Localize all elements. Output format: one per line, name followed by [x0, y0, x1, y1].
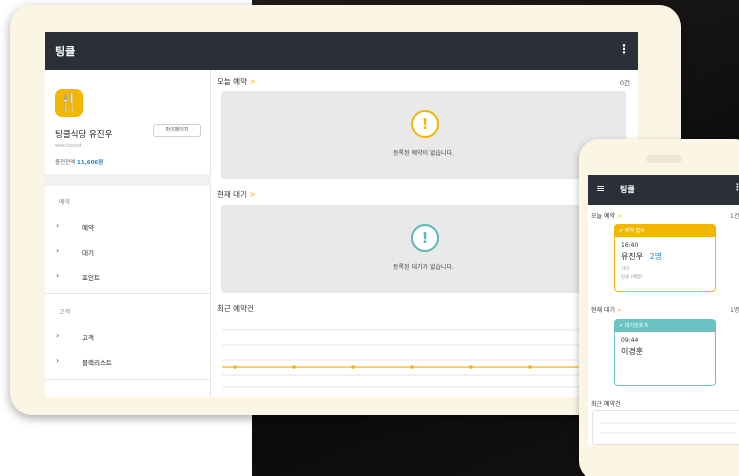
sidebar-section-reservation: 예약 — [59, 199, 71, 206]
sidebar-item-customers[interactable]: › 고객 — [45, 327, 210, 347]
chevron-right-icon: › — [56, 331, 60, 340]
device-mockup-scene: 팅클 ⋮ 🍴 팅클식당 유진우 wecissoid 충전잔액 11,606원 마… — [0, 0, 739, 476]
check-circle-icon: ✔ — [619, 323, 624, 329]
tablet-app-title: 팅클 — [55, 45, 76, 58]
phone-recent-title: 최근 예약건 — [591, 401, 621, 408]
store-id: wecissoid — [55, 143, 82, 149]
section-title-text: 오늘 예약 — [217, 77, 247, 86]
recent-reservations-title: 최근 예약건 — [217, 304, 254, 313]
phone-device: ≡ 팅클 ⋮ 오늘 예약 > 1건 ✔ 예약 접수 16:40 유진우 2명 기 — [579, 139, 739, 476]
chevron-right-icon: > — [616, 213, 622, 220]
phone-speaker — [646, 155, 682, 163]
chevron-right-icon: > — [616, 307, 622, 314]
chevron-right-icon: > — [249, 190, 256, 199]
reservation-note-value: 팅클 (예정) — [621, 275, 643, 280]
tablet-main-content: 오늘 예약 > 0건 ! 등록된 예약이 없습니다. 현재 대기 > ! 등록된… — [211, 70, 638, 397]
today-reservations-title[interactable]: 오늘 예약 > — [217, 76, 256, 87]
data-point — [351, 365, 355, 369]
current-waiting-title[interactable]: 현재 대기 > — [217, 189, 256, 200]
section-title-text: 오늘 예약 — [591, 213, 615, 220]
phone-current-waiting-title[interactable]: 현재 대기 > — [591, 305, 622, 314]
data-point — [528, 365, 532, 369]
reservation-status: 예약 접수 — [624, 228, 645, 234]
warning-icon: ! — [411, 110, 439, 138]
phone-today-reservations-title[interactable]: 오늘 예약 > — [591, 211, 622, 220]
waiting-card-header: ✔ 대기번호 6 — [615, 320, 715, 332]
utensils-icon: 🍴 — [55, 89, 83, 117]
waiting-empty-box: ! 등록된 대기가 없습니다. — [221, 205, 626, 293]
sidebar-item-label: 대기 — [82, 249, 94, 257]
phone-chart-svg — [601, 422, 737, 434]
reservations-count: 0건 — [619, 79, 630, 87]
sidebar-item-label: 포인트 — [82, 274, 100, 282]
profile-divider — [45, 174, 211, 186]
balance-line: 충전잔액 11,606원 — [55, 158, 103, 166]
phone-reservations-count: 1건 — [730, 213, 739, 220]
reservations-empty-box: ! 등록된 예약이 없습니다. — [221, 91, 626, 179]
store-name: 팅클식당 유진우 — [55, 130, 113, 140]
sidebar-item-reservation[interactable]: › 예약 — [45, 217, 210, 237]
phone-recent-chart-box — [592, 410, 739, 445]
section-title-text: 현재 대기 — [217, 190, 247, 199]
sidebar-item-blacklist[interactable]: › 블랙리스트 — [45, 352, 210, 372]
reservation-card[interactable]: ✔ 예약 접수 16:40 유진우 2명 기타 팅클 (예정) — [614, 224, 716, 292]
reservation-people: 2명 — [649, 252, 663, 261]
reservation-card-header: ✔ 예약 접수 — [615, 225, 715, 237]
phone-app-title: 팅클 — [620, 185, 635, 194]
waiting-name: 이경훈 — [621, 347, 644, 356]
sidebar-item-label: 블랙리스트 — [82, 359, 112, 367]
phone-waiting-count: 1명 — [730, 307, 739, 314]
reservation-name: 유진우 — [621, 252, 644, 261]
chevron-right-icon: › — [56, 246, 60, 255]
reservation-time: 16:40 — [621, 242, 639, 249]
reservation-name-line: 유진우 2명 — [621, 251, 662, 262]
mypage-button[interactable]: 마이페이지 — [153, 124, 201, 137]
data-point — [292, 365, 296, 369]
chart-svg — [222, 329, 627, 388]
data-point — [469, 365, 473, 369]
data-point — [233, 365, 237, 369]
sidebar-section-customer: 고객 — [59, 309, 71, 316]
sidebar-item-label: 고객 — [82, 334, 94, 342]
sidebar-item-points[interactable]: › 포인트 — [45, 267, 210, 287]
check-circle-icon: ✔ — [619, 228, 624, 234]
phone-screen: ≡ 팅클 ⋮ 오늘 예약 > 1건 ✔ 예약 접수 16:40 유진우 2명 기 — [588, 175, 739, 445]
more-vertical-icon[interactable]: ⋮ — [733, 183, 739, 193]
sidebar-divider — [45, 379, 210, 380]
hamburger-icon[interactable]: ≡ — [596, 182, 605, 195]
waiting-time: 09:44 — [621, 337, 639, 344]
chevron-right-icon: › — [56, 271, 60, 280]
chevron-right-icon: › — [56, 221, 60, 230]
recent-reservations-chart — [217, 315, 632, 397]
waiting-status: 대기번호 6 — [624, 323, 648, 329]
reservations-empty-text: 등록된 예약이 없습니다. — [393, 150, 454, 157]
section-title-text: 현재 대기 — [591, 307, 615, 314]
sidebar-divider — [45, 293, 210, 294]
more-vertical-icon[interactable]: ⋮ — [618, 42, 630, 56]
tablet-sidebar: 🍴 팅클식당 유진우 wecissoid 충전잔액 11,606원 마이페이지 … — [45, 70, 211, 397]
chevron-right-icon: › — [56, 356, 60, 365]
chevron-right-icon: > — [249, 77, 256, 86]
tablet-app-bar: 팅클 ⋮ — [45, 32, 638, 70]
warning-icon: ! — [411, 224, 439, 252]
waiting-empty-text: 등록된 대기가 없습니다. — [393, 264, 454, 271]
balance-label: 충전잔액 — [55, 160, 76, 166]
tablet-screen: 팅클 ⋮ 🍴 팅클식당 유진우 wecissoid 충전잔액 11,606원 마… — [45, 32, 638, 397]
balance-value: 11,606원 — [77, 160, 104, 166]
phone-app-bar: ≡ 팅클 ⋮ — [588, 175, 739, 205]
sidebar-item-label: 예약 — [82, 224, 94, 232]
reservation-note-label: 기타 — [621, 267, 630, 272]
data-point — [410, 365, 414, 369]
waiting-card[interactable]: ✔ 대기번호 6 09:44 이경훈 — [614, 319, 716, 386]
sidebar-item-waiting[interactable]: › 대기 — [45, 242, 210, 262]
